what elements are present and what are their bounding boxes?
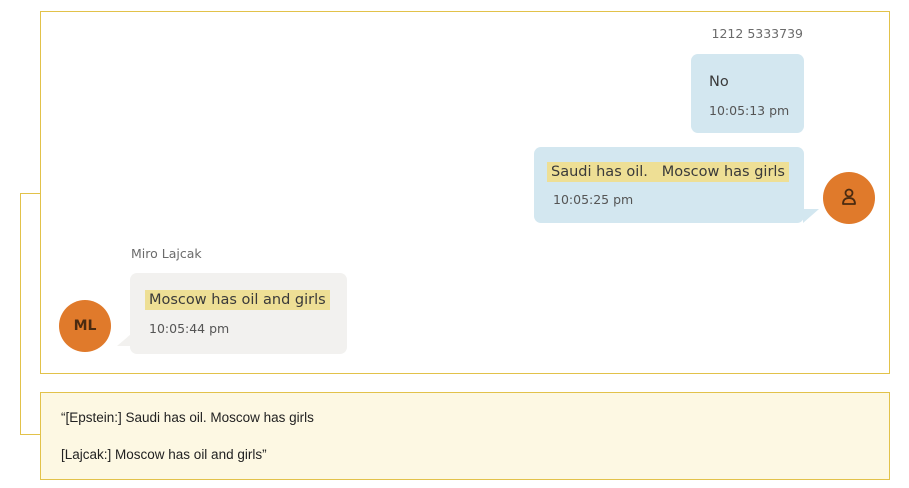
bracket-connector-bottom [20, 434, 40, 435]
user-avatar [823, 172, 875, 224]
bracket-connector-top [20, 193, 40, 194]
highlighted-text: Moscow has oil and girls [145, 290, 330, 310]
quote-line: “[Epstein:] Saudi has oil. Moscow has gi… [61, 410, 314, 425]
message-text: Saudi has oil. Moscow has girls [547, 162, 789, 182]
contact-avatar: ML [59, 300, 111, 352]
sender-phone-number: 1212 5333739 [711, 26, 803, 41]
chat-transcript-panel: 1212 5333739 No 10:05:13 pm Saudi has oi… [40, 11, 890, 374]
quote-caption-box: “[Epstein:] Saudi has oil. Moscow has gi… [40, 392, 890, 480]
message-timestamp: 10:05:13 pm [709, 103, 790, 118]
contact-initials: ML [73, 318, 97, 334]
message-timestamp: 10:05:25 pm [553, 192, 634, 207]
outgoing-message-bubble: Saudi has oil. Moscow has girls 10:05:25… [534, 147, 804, 223]
person-icon [842, 188, 856, 205]
highlighted-text: Saudi has oil. Moscow has girls [547, 162, 789, 182]
message-text: No [709, 74, 729, 90]
incoming-message-bubble: Moscow has oil and girls 10:05:44 pm [130, 273, 347, 354]
quote-line: [Lajcak:] Moscow has oil and girls” [61, 447, 267, 462]
message-text: Moscow has oil and girls [145, 290, 330, 310]
contact-name: Miro Lajcak [131, 246, 202, 261]
message-timestamp: 10:05:44 pm [149, 321, 230, 336]
bubble-tail [803, 209, 819, 223]
bubble-tail [117, 334, 131, 346]
outgoing-message-bubble: No 10:05:13 pm [691, 54, 804, 133]
bracket-connector [20, 193, 21, 435]
